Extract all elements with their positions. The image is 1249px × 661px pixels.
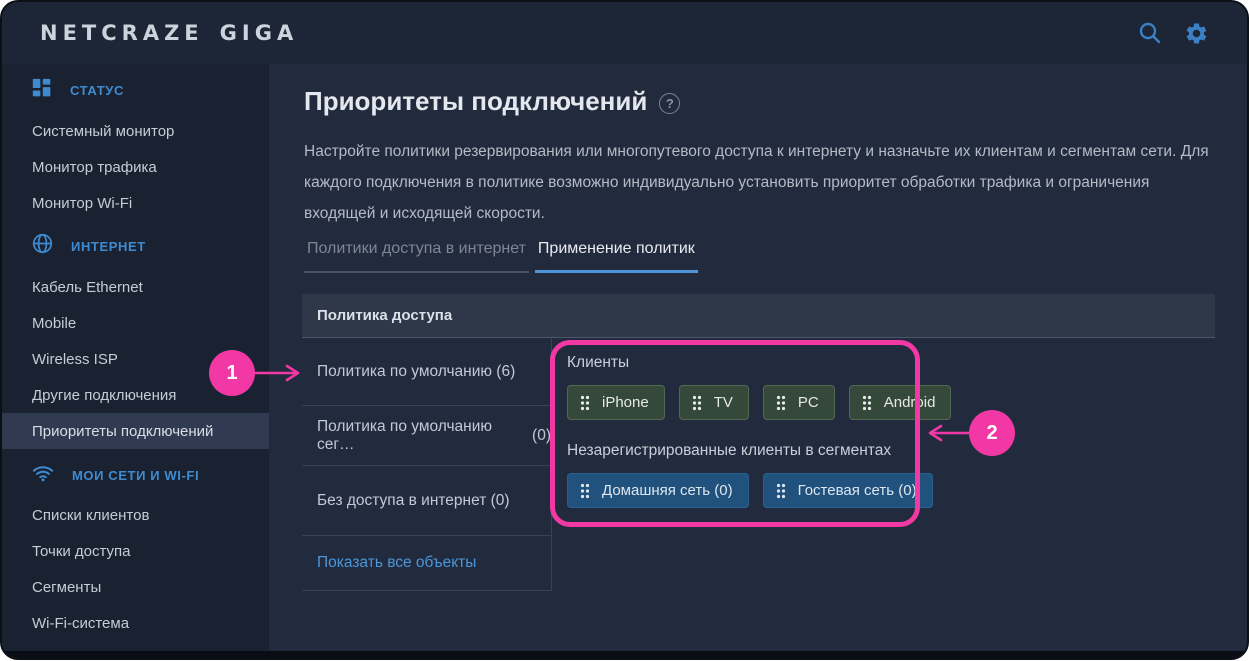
help-icon[interactable]: ? xyxy=(659,93,680,114)
brand-logo: NETCRAZE GIGA xyxy=(40,2,298,64)
sidebar-item-wifi-monitor[interactable]: Монитор Wi-Fi xyxy=(2,185,269,221)
topbar-actions xyxy=(1137,2,1209,64)
client-chip-iphone[interactable]: iPhone xyxy=(567,385,665,420)
policy-assignment-panel: Клиенты iPhone TV xyxy=(567,354,951,508)
search-icon[interactable] xyxy=(1137,20,1163,46)
main-content: Приоритеты подключений ? Настройте полит… xyxy=(269,64,1247,658)
sidebar-item-wifi-system[interactable]: Wi-Fi-система xyxy=(2,605,269,641)
drag-handle-icon xyxy=(776,483,786,499)
table-row-no-internet-access[interactable]: Без доступа в интернет (0) xyxy=(302,466,551,536)
client-chips-row: iPhone TV PC xyxy=(567,385,951,420)
client-chip-tv[interactable]: TV xyxy=(679,385,749,420)
sidebar-item-connection-priorities[interactable]: Приоритеты подключений xyxy=(2,413,269,449)
client-chip-android[interactable]: Android xyxy=(849,385,952,420)
wifi-icon xyxy=(32,462,54,489)
page-title: Приоритеты подключений xyxy=(304,86,647,117)
app-window: NETCRAZE GIGA xyxy=(0,0,1249,660)
table-header-access-policy: Политика доступа xyxy=(302,294,1215,338)
sidebar-item-system-monitor[interactable]: Системный монитор xyxy=(2,113,269,149)
sidebar-section-label: СТАТУС xyxy=(70,83,124,98)
sidebar-item-ethernet[interactable]: Кабель Ethernet xyxy=(2,269,269,305)
tab-strip: Политики доступа в интернет Применение п… xyxy=(304,240,698,273)
drag-handle-icon xyxy=(580,395,590,411)
segment-chip-guest-network[interactable]: Гостевая сеть (0) xyxy=(763,473,933,508)
sidebar-section-internet: ИНТЕРНЕТ xyxy=(2,228,269,264)
sidebar-item-client-lists[interactable]: Списки клиентов xyxy=(2,497,269,533)
segments-label: Незарегистрированные клиенты в сегментах xyxy=(567,442,951,460)
table-row-default-policy[interactable]: Политика по умолчанию (6) xyxy=(302,338,551,406)
segment-chips-row: Домашняя сеть (0) Гостевая сеть (0) xyxy=(567,473,951,508)
sidebar-section-label: ИНТЕРНЕТ xyxy=(71,239,146,254)
window-bottom-edge xyxy=(2,651,1247,658)
tab-access-policies[interactable]: Политики доступа в интернет xyxy=(304,240,529,273)
policy-row-label: Политика по умолчанию сег… xyxy=(317,418,522,454)
client-chip-label: Android xyxy=(884,394,936,411)
brand-logo-primary: NETCRAZE xyxy=(40,21,204,45)
segment-chip-label: Гостевая сеть (0) xyxy=(798,482,917,499)
segment-chip-home-network[interactable]: Домашняя сеть (0) xyxy=(567,473,749,508)
sidebar-section-status: СТАТУС xyxy=(2,72,269,108)
policy-row-label: Без доступа в интернет (0) xyxy=(317,492,510,510)
clients-label: Клиенты xyxy=(567,354,951,372)
table-header-label: Политика доступа xyxy=(317,307,452,324)
sidebar-section-my-networks: МОИ СЕТИ И WI-FI xyxy=(2,457,269,493)
top-bar: NETCRAZE GIGA xyxy=(2,2,1247,64)
client-chip-label: PC xyxy=(798,394,819,411)
client-chip-pc[interactable]: PC xyxy=(763,385,835,420)
table-row-default-policy-segments[interactable]: Политика по умолчанию сег… (0) xyxy=(302,406,551,466)
segment-chip-label: Домашняя сеть (0) xyxy=(602,482,733,499)
client-chip-label: iPhone xyxy=(602,394,649,411)
brand-logo-secondary: GIGA xyxy=(220,21,299,45)
globe-icon xyxy=(32,233,53,259)
show-all-objects-label: Показать все объекты xyxy=(317,554,476,572)
annotation-callout-2-number: 2 xyxy=(986,422,997,445)
tab-policy-application[interactable]: Применение политик xyxy=(535,240,698,273)
sidebar-section-label: МОИ СЕТИ И WI-FI xyxy=(72,468,199,483)
drag-handle-icon xyxy=(580,483,590,499)
sidebar-item-mobile[interactable]: Mobile xyxy=(2,305,269,341)
policy-row-label: Политика по умолчанию (6) xyxy=(317,363,515,381)
annotation-callout-1: 1 xyxy=(209,350,255,396)
sidebar-item-access-points[interactable]: Точки доступа xyxy=(2,533,269,569)
policy-row-count: (0) xyxy=(532,427,551,445)
policy-table-left-column: Политика по умолчанию (6) Политика по ум… xyxy=(302,338,552,591)
show-all-objects-link[interactable]: Показать все объекты xyxy=(302,536,551,591)
drag-handle-icon xyxy=(862,395,872,411)
annotation-callout-2: 2 xyxy=(969,410,1015,456)
page-description: Настройте политики резервирования или мн… xyxy=(304,136,1216,229)
sidebar-item-traffic-monitor[interactable]: Монитор трафика xyxy=(2,149,269,185)
drag-handle-icon xyxy=(692,395,702,411)
annotation-callout-1-number: 1 xyxy=(226,362,237,385)
page-title-row: Приоритеты подключений ? xyxy=(304,86,680,117)
sidebar-item-segments[interactable]: Сегменты xyxy=(2,569,269,605)
drag-handle-icon xyxy=(776,395,786,411)
client-chip-label: TV xyxy=(714,394,733,411)
gear-icon[interactable] xyxy=(1183,20,1209,46)
dashboard-icon xyxy=(32,78,52,103)
